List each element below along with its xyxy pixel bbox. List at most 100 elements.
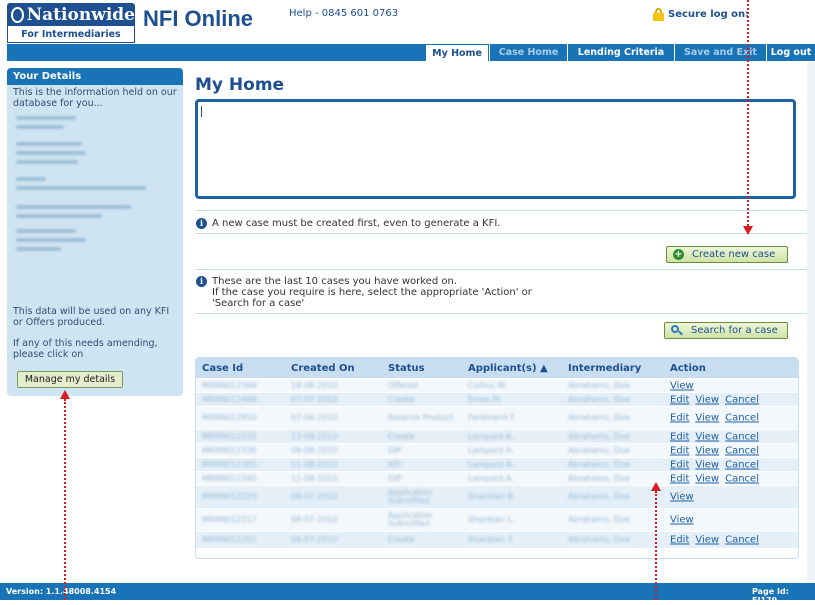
recent-cases-table: Case Id Created On Status Applicant(s) ▲… [195,357,799,559]
cell-case-id: MRRN012336 [202,445,257,455]
col-action: Action [670,363,706,374]
manage-my-details-button[interactable]: Manage my details [17,371,123,388]
cell-created-on: 07-07-2010 [291,394,338,404]
sidebar-amend-note: If any of this needs amending, please cl… [13,338,158,360]
cell-created-on: 06-07-2010 [291,535,338,544]
annotation-arrow-up-icon [60,390,70,399]
view-link[interactable]: View [695,459,719,470]
table-row: MRRN012201 06-07-2010 Create Shanklan T. Abr… [196,531,798,548]
cell-status: Create [388,431,415,441]
cell-created-on: 18-08-2010 [291,380,338,390]
cancel-link[interactable]: Cancel [725,473,759,484]
cancel-link[interactable]: Cancel [725,413,759,424]
cell-intermediary: Abrahams, Doe [568,515,630,524]
cell-created-on: 07-06-2010 [291,413,338,422]
row-actions: Edit View Cancel [670,431,765,442]
table-row: MRRN012850 07-06-2010 Reserve Product Ferdi… [196,406,798,429]
cell-status: Reserve Product [388,413,454,422]
view-link[interactable]: View [670,380,694,391]
app-title: NFI Online [143,6,253,31]
cell-intermediary: Abrahams, Doe [568,431,630,441]
recent-cases-info: i These are the last 10 cases you have w… [196,276,532,309]
cell-case-id: MRRN012395 [202,459,257,469]
view-link[interactable]: View [670,515,694,526]
cancel-link[interactable]: Cancel [725,445,759,456]
annotation-line [64,399,66,600]
table-row: MRRN012340 11-08-2010 DIP Lampard A. Abraham… [196,471,798,485]
table-row: MRRN012336 09-08-2010 DIP Lampard A. Abraham… [196,443,798,457]
cancel-link[interactable]: Cancel [725,535,759,546]
cancel-link[interactable]: Cancel [725,394,759,405]
page-title: My Home [195,75,285,95]
divider [195,233,807,234]
annotation-line [747,0,749,226]
edit-link[interactable]: Edit [670,431,689,442]
annotation-arrow-up-icon [651,482,661,491]
cell-created-on: 08-07-2010 [291,515,338,524]
main-nav: My Home Case Home Lending Criteria Save … [7,44,815,61]
cell-status: Offered [388,380,418,390]
create-new-case-button[interactable]: + Create new case [666,246,788,263]
cell-case-id: MRRN012340 [202,473,257,483]
row-actions: View [670,380,700,391]
cell-case-id: MRRN012201 [202,535,257,544]
notice-textarea[interactable] [195,99,796,199]
view-link[interactable]: View [695,394,719,405]
row-actions: Edit View Cancel [670,459,765,470]
cell-case-id: MRRN012850 [202,413,257,422]
your-details-panel: Your Details This is the information hel… [7,68,183,396]
view-link[interactable]: View [695,431,719,442]
col-created-on[interactable]: Created On [291,363,355,374]
view-link[interactable]: View [695,445,719,456]
cell-created-on: 11-08-2010 [291,473,338,483]
edit-link[interactable]: Edit [670,413,689,424]
new-case-info: i A new case must be created first, even… [196,218,500,229]
row-actions: View [670,492,700,503]
edit-link[interactable]: Edit [670,459,689,470]
lock-icon [653,8,664,21]
view-link[interactable]: View [695,473,719,484]
recent-info-line-3: 'Search for a case' [212,298,305,309]
col-status[interactable]: Status [388,363,425,374]
table-row: MRRN012388 18-08-2010 Offered Collins W. Abr… [196,378,798,392]
tab-log-out[interactable]: Log out [766,44,815,61]
sidebar-intro: This is the information held on our data… [13,87,177,109]
edit-link[interactable]: Edit [670,445,689,456]
view-link[interactable]: View [670,492,694,503]
cell-created-on: 13-08-2010 [291,431,338,441]
col-applicants[interactable]: Applicant(s) ▲ [468,363,548,374]
tab-save-and-exit[interactable]: Save and Exit [674,44,766,61]
add-icon: + [673,249,684,260]
edit-link[interactable]: Edit [670,535,689,546]
version-label: Version: 1.1.48008.4154 [6,587,117,596]
cancel-link[interactable]: Cancel [725,459,759,470]
recent-info-line-1: These are the last 10 cases you have wor… [212,276,457,287]
search-for-case-button[interactable]: Search for a case [664,322,788,339]
view-link[interactable]: View [695,535,719,546]
table-row: MRRN012488 07-07-2010 Create Evres Pl. Abrah… [196,392,798,406]
cell-status: Application Submitted [388,488,433,505]
cell-intermediary: Abrahams, Doe [568,413,630,422]
edit-link[interactable]: Edit [670,473,689,484]
view-link[interactable]: View [695,413,719,424]
divider [195,313,807,314]
tab-lending-criteria[interactable]: Lending Criteria [567,44,674,61]
tab-case-home[interactable]: Case Home [489,44,567,61]
col-intermediary[interactable]: Intermediary [568,363,641,374]
cell-case-id: MRRN012335 [202,431,257,441]
col-case-id[interactable]: Case Id [202,363,243,374]
cell-status: DIP [388,445,402,455]
cancel-link[interactable]: Cancel [725,431,759,442]
redacted-details [16,116,146,256]
sidebar-heading: Your Details [7,68,183,85]
edit-link[interactable]: Edit [670,394,689,405]
tab-my-home[interactable]: My Home [425,44,489,61]
table-row: MRRN012335 13-08-2010 Create Lampard A. Abra… [196,429,798,443]
info-icon: i [196,218,207,229]
scrollbar[interactable] [807,62,815,580]
cell-intermediary: Abrahams, Doe [568,459,630,469]
cell-applicant: Collins W. [468,380,507,390]
cell-case-id: MRRN012488 [202,394,257,404]
cell-applicant: Shanklan L. [468,515,515,524]
cell-applicant: Ferdinand F. [468,413,517,422]
